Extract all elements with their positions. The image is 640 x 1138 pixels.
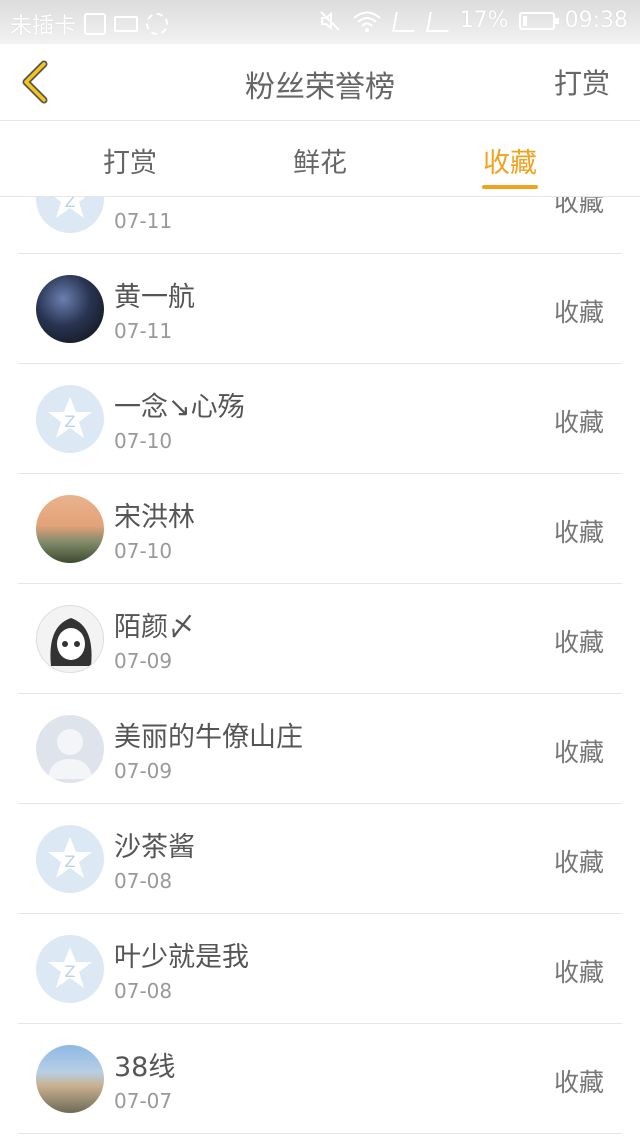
svg-text:Z: Z: [65, 852, 76, 871]
default-person-avatar: [36, 715, 104, 783]
castle-photo-avatar: [36, 495, 104, 563]
wifi-icon: [353, 11, 381, 32]
fan-name: 叶少就是我: [114, 942, 249, 973]
sync-icon: [146, 13, 169, 35]
anime-girl-avatar: [36, 605, 104, 673]
fan-action: 收藏: [553, 1068, 604, 1097]
fan-name: 38线: [114, 1052, 176, 1083]
clock: 09:38: [564, 8, 628, 33]
game-hero-avatar: [36, 275, 104, 343]
fan-action: 收藏: [553, 848, 604, 877]
fan-name: 美丽的牛僚山庄: [114, 722, 303, 753]
reward-button[interactable]: 打赏: [554, 62, 610, 102]
tab-bar: 打赏 鲜花 收藏: [0, 121, 640, 197]
fan-action: 收藏: [553, 197, 604, 217]
svg-text:Z: Z: [65, 412, 76, 431]
list-item[interactable]: 黄一航 07-11 收藏: [18, 253, 622, 364]
fan-name: 沙茶酱: [114, 832, 195, 863]
list-item[interactable]: 陌颜〆 07-09 收藏: [18, 583, 622, 694]
fan-list[interactable]: Z 07-11 收藏 黄一航 07-11 收藏 Z 一念↘心殇 07-10 收藏…: [0, 197, 640, 1138]
keyboard-icon: [114, 16, 139, 32]
active-tab-indicator: [482, 185, 538, 189]
qq-default-icon: Z: [36, 935, 104, 1003]
fan-action: 收藏: [553, 408, 604, 437]
image-icon: [84, 13, 107, 35]
sim2-no-signal-icon: [426, 10, 450, 32]
fan-name: 陌颜〆: [114, 612, 195, 643]
fan-action: 收藏: [553, 298, 604, 327]
tab-favorites[interactable]: 收藏: [450, 141, 570, 180]
fan-date: 07-09: [114, 759, 173, 783]
list-item[interactable]: 38线 07-07 收藏: [18, 1023, 622, 1134]
carrier-label: 未插卡: [10, 14, 77, 39]
town-photo-avatar: [36, 1045, 104, 1113]
mute-icon: [319, 10, 340, 31]
sim1-no-signal-icon: [392, 10, 416, 32]
tab-flowers[interactable]: 鲜花: [260, 141, 380, 180]
fan-action: 收藏: [553, 958, 604, 987]
list-item[interactable]: Z 07-11 收藏: [18, 197, 622, 254]
fan-name: 一念↘心殇: [114, 392, 245, 423]
list-item[interactable]: Z 沙茶酱 07-08 收藏: [18, 803, 622, 914]
fan-date: 07-11: [114, 209, 173, 233]
fan-date: 07-10: [114, 539, 173, 563]
fan-date: 07-07: [114, 1089, 173, 1113]
page-title: 粉丝荣誉榜: [245, 70, 395, 105]
svg-text:Z: Z: [65, 962, 76, 981]
fan-action: 收藏: [553, 518, 604, 547]
battery-icon: [518, 11, 559, 30]
list-item[interactable]: Z 叶少就是我 07-08 收藏: [18, 913, 622, 1024]
fan-date: 07-10: [114, 429, 173, 453]
fan-date: 07-08: [114, 979, 173, 1003]
tab-reward[interactable]: 打赏: [70, 141, 190, 180]
fan-date: 07-11: [114, 319, 173, 343]
fan-action: 收藏: [553, 628, 604, 657]
fan-name: 黄一航: [114, 282, 195, 313]
fan-name: 宋洪林: [114, 502, 195, 533]
fan-date: 07-08: [114, 869, 173, 893]
fan-action: 收藏: [553, 738, 604, 767]
list-item[interactable]: 美丽的牛僚山庄 07-09 收藏: [18, 693, 622, 804]
svg-text:Z: Z: [65, 197, 76, 211]
qq-default-icon: Z: [36, 197, 104, 233]
list-item[interactable]: Z 一念↘心殇 07-10 收藏: [18, 363, 622, 474]
list-item[interactable]: 宋洪林 07-10 收藏: [18, 473, 622, 584]
qq-default-icon: Z: [36, 385, 104, 453]
battery-level: [522, 15, 528, 26]
battery-percent: 17%: [459, 8, 509, 33]
status-bar: 未插卡 17% 09:38: [0, 0, 640, 44]
fan-date: 07-09: [114, 649, 173, 673]
nav-bar: 粉丝荣誉榜 打赏: [0, 44, 640, 121]
qq-default-icon: Z: [36, 825, 104, 893]
